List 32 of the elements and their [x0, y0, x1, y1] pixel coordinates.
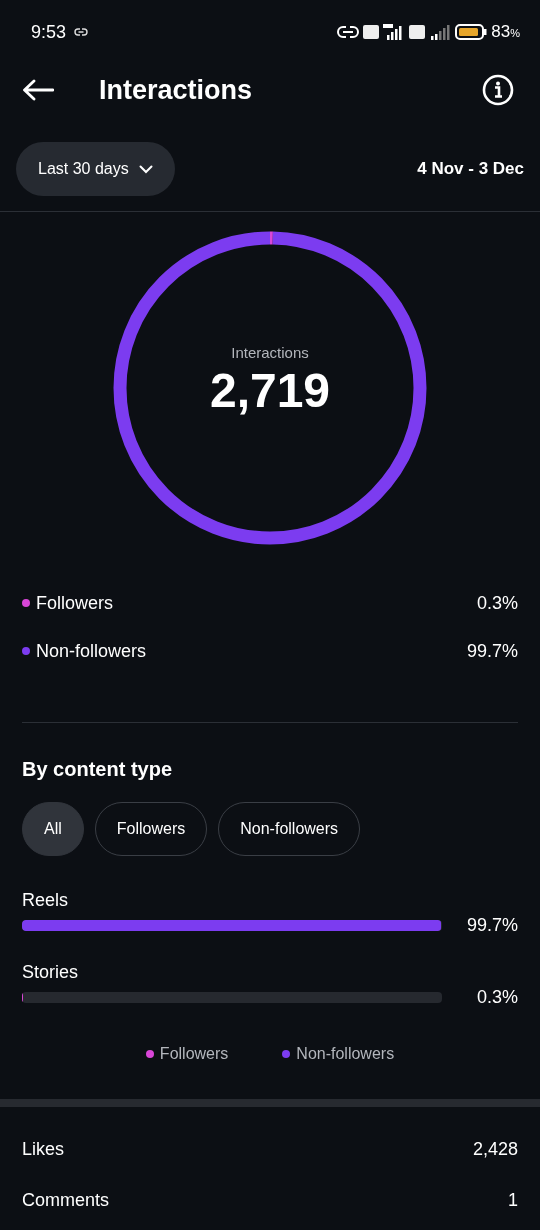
metric-value: 1	[508, 1190, 518, 1211]
chevron-down-icon	[138, 164, 153, 174]
section-heading: By content type	[22, 758, 174, 781]
legend-label: Followers	[159, 1045, 229, 1063]
content-type-label: Stories	[22, 962, 80, 983]
content-type-label: Reels	[22, 890, 70, 911]
metric-label: Comments	[22, 1190, 110, 1211]
page-title: Interactions	[99, 74, 254, 106]
info-button[interactable]	[482, 74, 514, 106]
total-value: 2,719	[209, 363, 331, 418]
legend-label: Non-followers	[296, 1045, 395, 1063]
back-button[interactable]	[22, 79, 54, 101]
date-range-dropdown[interactable]: Last 30 days	[16, 142, 175, 196]
info-icon	[482, 74, 514, 106]
percentage: 99.7%	[465, 915, 518, 936]
link-icon	[74, 27, 89, 37]
date-range: 4 Nov - 3 Dec	[417, 159, 524, 179]
filter-chip[interactable]: All	[22, 802, 84, 856]
percentage: 0.3%	[476, 592, 518, 614]
legend-label: Followers	[36, 592, 114, 614]
percentage: 0.3%	[475, 987, 518, 1008]
link-icon	[337, 25, 360, 39]
battery-percent: 83%	[491, 22, 520, 42]
battery-icon	[455, 24, 488, 40]
signal-icon	[429, 24, 452, 40]
metric-value: 2,428	[472, 1139, 518, 1160]
percentage: 99.7%	[466, 640, 518, 662]
metric-label: Likes	[22, 1139, 65, 1160]
back-arrow-icon	[22, 79, 54, 101]
legend-label: Non-followers	[36, 640, 147, 662]
status-time: 9:53	[31, 21, 67, 43]
total-label: Interactions	[231, 344, 309, 361]
